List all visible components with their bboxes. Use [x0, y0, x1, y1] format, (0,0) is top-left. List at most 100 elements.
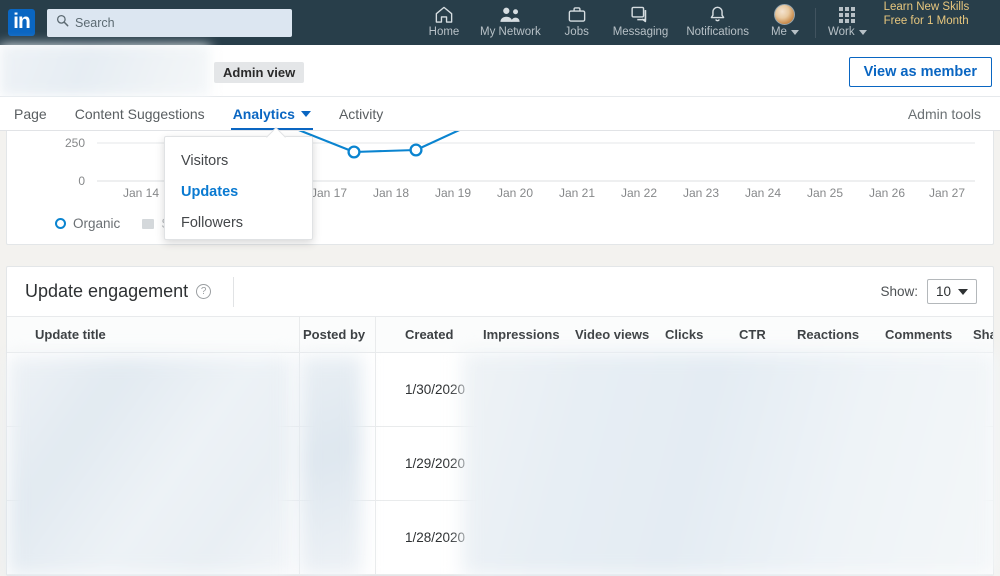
- promo-line-2: Free for 1 Month: [883, 15, 969, 27]
- chevron-down-icon: [790, 29, 799, 35]
- promo-line-1: Learn New Skills: [883, 1, 970, 13]
- linkedin-admin-analytics-page: in Home My Network: [0, 0, 1000, 576]
- nav-divider: [814, 7, 816, 38]
- column-header-posted-by[interactable]: Posted by: [295, 317, 405, 353]
- table-header-row: Update title Posted by Created Impressio…: [7, 317, 993, 353]
- chevron-down-icon: [300, 110, 311, 117]
- tab-activity[interactable]: Activity: [325, 97, 397, 130]
- visitors-chart-card: 250 0 Jan 14 Jan 17 Jan 18 Jan 19 Jan 20…: [6, 131, 994, 245]
- x-tick-jan-14: Jan 14: [123, 186, 159, 200]
- search-input[interactable]: [75, 15, 255, 30]
- tab-analytics-label: Analytics: [232, 105, 295, 122]
- y-tick-250: 250: [65, 136, 85, 150]
- tab-activity-label: Activity: [338, 105, 384, 122]
- admin-view-chip: Admin view: [214, 62, 305, 83]
- nav-item-notifications[interactable]: Notifications: [677, 0, 758, 45]
- show-count-control: Show: 10: [880, 279, 977, 304]
- nav-item-home[interactable]: Home: [417, 0, 471, 45]
- column-header-clicks[interactable]: Clicks: [665, 317, 739, 353]
- nav-item-messaging[interactable]: Messaging: [604, 0, 678, 45]
- menu-item-followers[interactable]: Followers: [165, 207, 312, 238]
- x-tick-jan-23: Jan 23: [683, 186, 719, 200]
- nav-label-notifications: Notifications: [686, 26, 749, 38]
- legend-item-organic[interactable]: Organic: [55, 216, 120, 231]
- nav-label-work: Work: [828, 26, 867, 38]
- update-engagement-title-group: Update engagement ?: [25, 281, 212, 302]
- tab-content-suggestions[interactable]: Content Suggestions: [61, 97, 219, 130]
- nav-label-messaging: Messaging: [612, 26, 669, 38]
- page-title: Update engagement: [25, 281, 189, 301]
- column-header-impressions[interactable]: Impressions: [483, 317, 575, 353]
- menu-item-updates-label: Updates: [181, 183, 239, 200]
- column-header-shares[interactable]: Shares: [973, 317, 993, 353]
- linkedin-logo[interactable]: in: [8, 9, 35, 36]
- column-header-created[interactable]: Created: [405, 317, 483, 353]
- x-tick-jan-22: Jan 22: [621, 186, 657, 200]
- organization-identity-redacted: [0, 45, 210, 96]
- menu-item-visitors[interactable]: Visitors: [165, 145, 312, 176]
- show-count-value: 10: [935, 284, 951, 299]
- column-header-comments[interactable]: Comments: [885, 317, 973, 353]
- x-tick-jan-27: Jan 27: [929, 186, 965, 200]
- x-tick-jan-19: Jan 19: [435, 186, 471, 200]
- nav-item-jobs[interactable]: Jobs: [550, 0, 604, 45]
- tab-analytics[interactable]: Analytics: [219, 97, 325, 130]
- update-engagement-header: Update engagement ? Show: 10: [7, 267, 993, 317]
- header-divider: [233, 276, 235, 307]
- question-mark-icon[interactable]: ?: [196, 284, 212, 299]
- message-icon: [630, 4, 651, 25]
- y-tick-0: 0: [78, 174, 85, 188]
- admin-tools-label: Admin tools: [907, 105, 981, 122]
- show-count-select[interactable]: 10: [926, 279, 977, 304]
- search-icon: [56, 14, 69, 32]
- tab-content-suggestions-label: Content Suggestions: [74, 105, 205, 122]
- nav-label-my-network: My Network: [480, 26, 541, 38]
- menu-item-followers-label: Followers: [181, 214, 244, 231]
- avatar: [774, 4, 796, 25]
- legend-label-organic: Organic: [73, 216, 121, 231]
- chevron-down-icon: [958, 288, 968, 295]
- home-icon: [434, 4, 454, 25]
- nav-label-jobs: Jobs: [564, 26, 589, 38]
- column-header-update-title[interactable]: Update title: [7, 317, 295, 353]
- learn-new-skills-promo[interactable]: Learn New Skills Free for 1 Month: [884, 0, 970, 28]
- analytics-dropdown-menu: Visitors Updates Followers: [164, 136, 313, 240]
- nav-label-me: Me: [771, 26, 799, 38]
- briefcase-icon: [567, 4, 587, 25]
- tab-page-label: Page: [14, 105, 47, 122]
- update-titles-redacted: [8, 356, 292, 576]
- menu-item-visitors-label: Visitors: [181, 152, 229, 169]
- x-tick-jan-18: Jan 18: [373, 186, 409, 200]
- x-tick-jan-21: Jan 21: [559, 186, 595, 200]
- nav-label-home: Home: [428, 26, 460, 38]
- x-tick-jan-24: Jan 24: [745, 186, 781, 200]
- column-header-reactions[interactable]: Reactions: [797, 317, 885, 353]
- nav-label-me-text: Me: [770, 26, 787, 38]
- x-tick-jan-17: Jan 17: [311, 186, 347, 200]
- show-label: Show:: [880, 284, 918, 299]
- bell-icon: [708, 4, 727, 25]
- column-header-video-views[interactable]: Video views: [575, 317, 665, 353]
- nav-item-work[interactable]: Work: [819, 0, 876, 45]
- metrics-values-redacted: [462, 352, 998, 576]
- nav-item-me[interactable]: Me: [758, 0, 812, 45]
- nav-item-my-network[interactable]: My Network: [471, 0, 550, 45]
- people-icon: [498, 4, 522, 25]
- table-header: Update title Posted by Created Impressio…: [7, 317, 993, 353]
- nav-label-work-text: Work: [827, 26, 855, 38]
- x-tick-jan-25: Jan 25: [807, 186, 843, 200]
- menu-item-updates[interactable]: Updates: [165, 176, 312, 207]
- search-box[interactable]: [47, 8, 292, 37]
- x-tick-jan-20: Jan 20: [497, 186, 533, 200]
- column-header-ctr[interactable]: CTR: [739, 317, 797, 353]
- view-as-member-button[interactable]: View as member: [848, 57, 992, 87]
- page-tab-bar: Page Content Suggestions Analytics Activ…: [0, 97, 1000, 131]
- nav-items-group: Home My Network Jobs Messaging Notificat…: [417, 0, 975, 45]
- tab-page[interactable]: Page: [0, 97, 61, 130]
- posted-by-redacted: [300, 356, 362, 576]
- data-point-jan-17: [347, 145, 361, 159]
- global-navigation-bar: in Home My Network: [0, 0, 1000, 45]
- grid-apps-icon: [839, 4, 856, 25]
- table-column-divider: [375, 317, 376, 575]
- admin-tools-dropdown[interactable]: Admin tools: [896, 97, 1000, 130]
